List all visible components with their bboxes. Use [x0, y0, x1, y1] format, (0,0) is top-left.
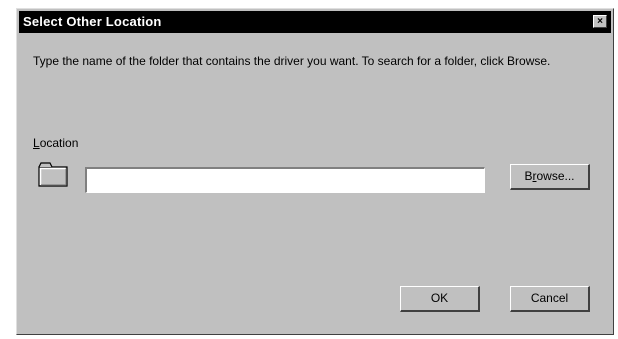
- location-label: Location: [33, 136, 78, 150]
- dialog-title: Select Other Location: [23, 14, 162, 29]
- cancel-button[interactable]: Cancel: [510, 286, 590, 312]
- location-input[interactable]: [85, 167, 485, 193]
- folder-icon: [38, 162, 68, 187]
- location-label-accelerator: L: [33, 136, 40, 150]
- ok-button[interactable]: OK: [400, 286, 480, 312]
- location-label-rest: ocation: [39, 136, 79, 150]
- browse-button[interactable]: Browse...: [510, 164, 590, 190]
- close-icon: ×: [597, 16, 603, 27]
- browse-label-post: owse...: [536, 169, 575, 183]
- close-button[interactable]: ×: [593, 15, 607, 28]
- instructions-text: Type the name of the folder that contain…: [33, 54, 551, 68]
- title-bar[interactable]: Select Other Location ×: [19, 11, 611, 33]
- browse-label-pre: B: [524, 169, 533, 183]
- select-other-location-dialog: Select Other Location × Type the name of…: [16, 8, 614, 335]
